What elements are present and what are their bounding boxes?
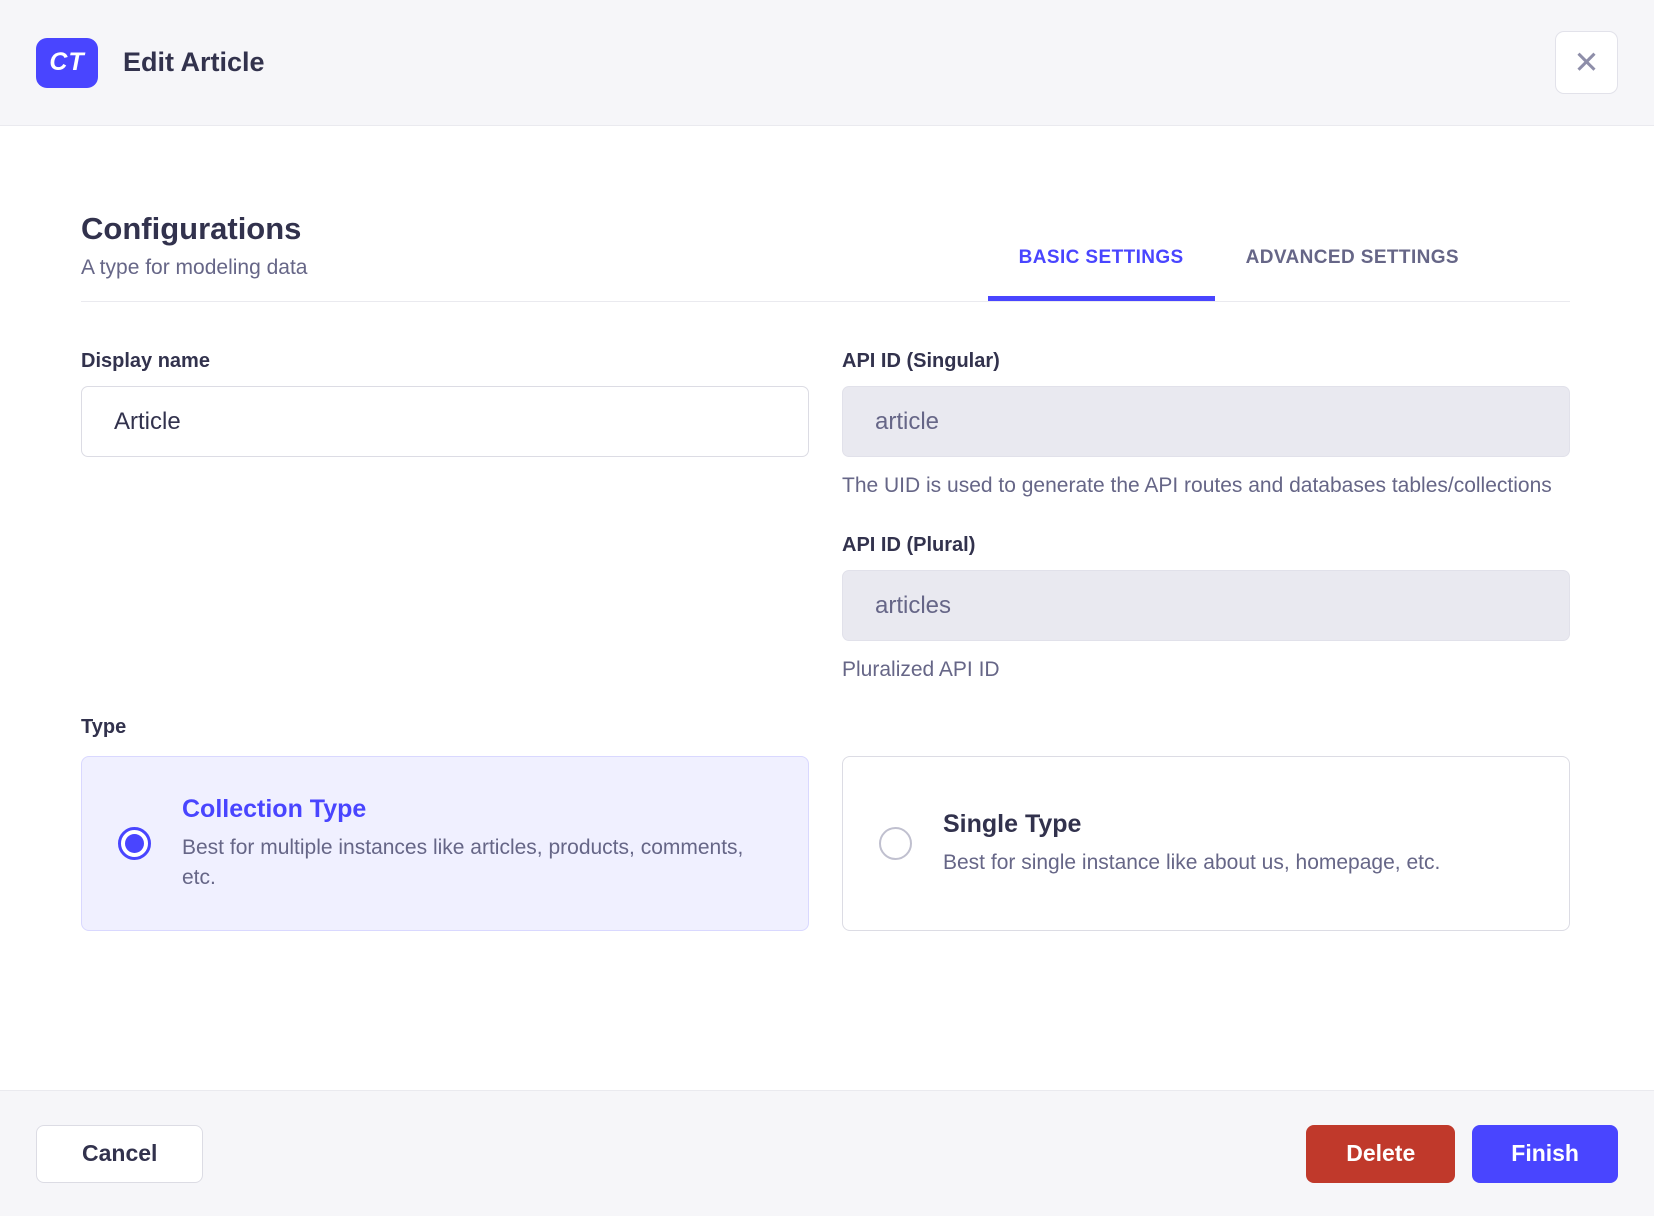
type-options: Collection Type Best for multiple instan… xyxy=(81,756,1570,931)
single-type-text: Single Type Best for single instance lik… xyxy=(943,810,1440,878)
single-type-title: Single Type xyxy=(943,809,1082,838)
api-id-singular-hint: The UID is used to generate the API rout… xyxy=(842,474,1552,497)
form-left-column: Display name xyxy=(81,350,809,685)
display-name-field: Display name xyxy=(81,350,809,457)
collection-type-title: Collection Type xyxy=(182,794,367,823)
type-section: Type Collection Type Best for multiple i… xyxy=(81,716,1570,931)
api-id-plural-input xyxy=(842,570,1570,641)
section-subtitle: A type for modeling data xyxy=(81,256,308,279)
api-id-plural-label: API ID (Plural) xyxy=(842,534,976,556)
collection-type-radio[interactable] xyxy=(118,827,151,860)
collection-type-description: Best for multiple instances like article… xyxy=(182,835,744,889)
section-title: Configurations xyxy=(81,211,302,246)
api-id-singular-input xyxy=(842,386,1570,457)
form-right-column: API ID (Singular) The UID is used to gen… xyxy=(842,350,1570,685)
modal-body: Configurations A type for modeling data … xyxy=(0,126,1654,1090)
modal-footer: Cancel Delete Finish xyxy=(0,1090,1654,1216)
cancel-button[interactable]: Cancel xyxy=(36,1124,204,1183)
display-name-input[interactable] xyxy=(81,386,809,457)
edit-article-modal: CT Edit Article ✕ Configurations A type … xyxy=(0,0,1654,1216)
close-button[interactable]: ✕ xyxy=(1555,31,1618,94)
section-header-text: Configurations A type for modeling data xyxy=(81,211,307,301)
finish-button[interactable]: Finish xyxy=(1472,1124,1618,1183)
api-id-plural-hint: Pluralized API ID xyxy=(842,658,1000,681)
api-id-singular-label: API ID (Singular) xyxy=(842,350,1000,372)
section-header: Configurations A type for modeling data … xyxy=(81,211,1570,302)
display-name-label: Display name xyxy=(81,350,210,372)
tab-basic-settings[interactable]: BASIC SETTINGS xyxy=(988,247,1215,301)
collection-type-option[interactable]: Collection Type Best for multiple instan… xyxy=(81,756,809,931)
single-type-option[interactable]: Single Type Best for single instance lik… xyxy=(842,756,1570,931)
api-id-singular-field: API ID (Singular) The UID is used to gen… xyxy=(842,350,1570,501)
collection-type-text: Collection Type Best for multiple instan… xyxy=(182,795,772,893)
content-type-badge: CT xyxy=(36,37,98,88)
close-icon: ✕ xyxy=(1573,45,1600,80)
modal-title: Edit Article xyxy=(123,47,265,77)
single-type-radio[interactable] xyxy=(879,827,912,860)
single-type-description: Best for single instance like about us, … xyxy=(943,850,1441,874)
configuration-form: Display name API ID (Singular) The UID i… xyxy=(81,350,1570,685)
delete-button[interactable]: Delete xyxy=(1306,1124,1456,1183)
api-id-plural-field: API ID (Plural) Pluralized API ID xyxy=(842,534,1570,685)
footer-actions: Delete Finish xyxy=(1306,1124,1618,1183)
tab-advanced-settings[interactable]: ADVANCED SETTINGS xyxy=(1215,247,1490,301)
type-label: Type xyxy=(81,716,127,738)
settings-tabs: BASIC SETTINGS ADVANCED SETTINGS xyxy=(988,247,1490,301)
modal-header: CT Edit Article ✕ xyxy=(0,0,1654,126)
